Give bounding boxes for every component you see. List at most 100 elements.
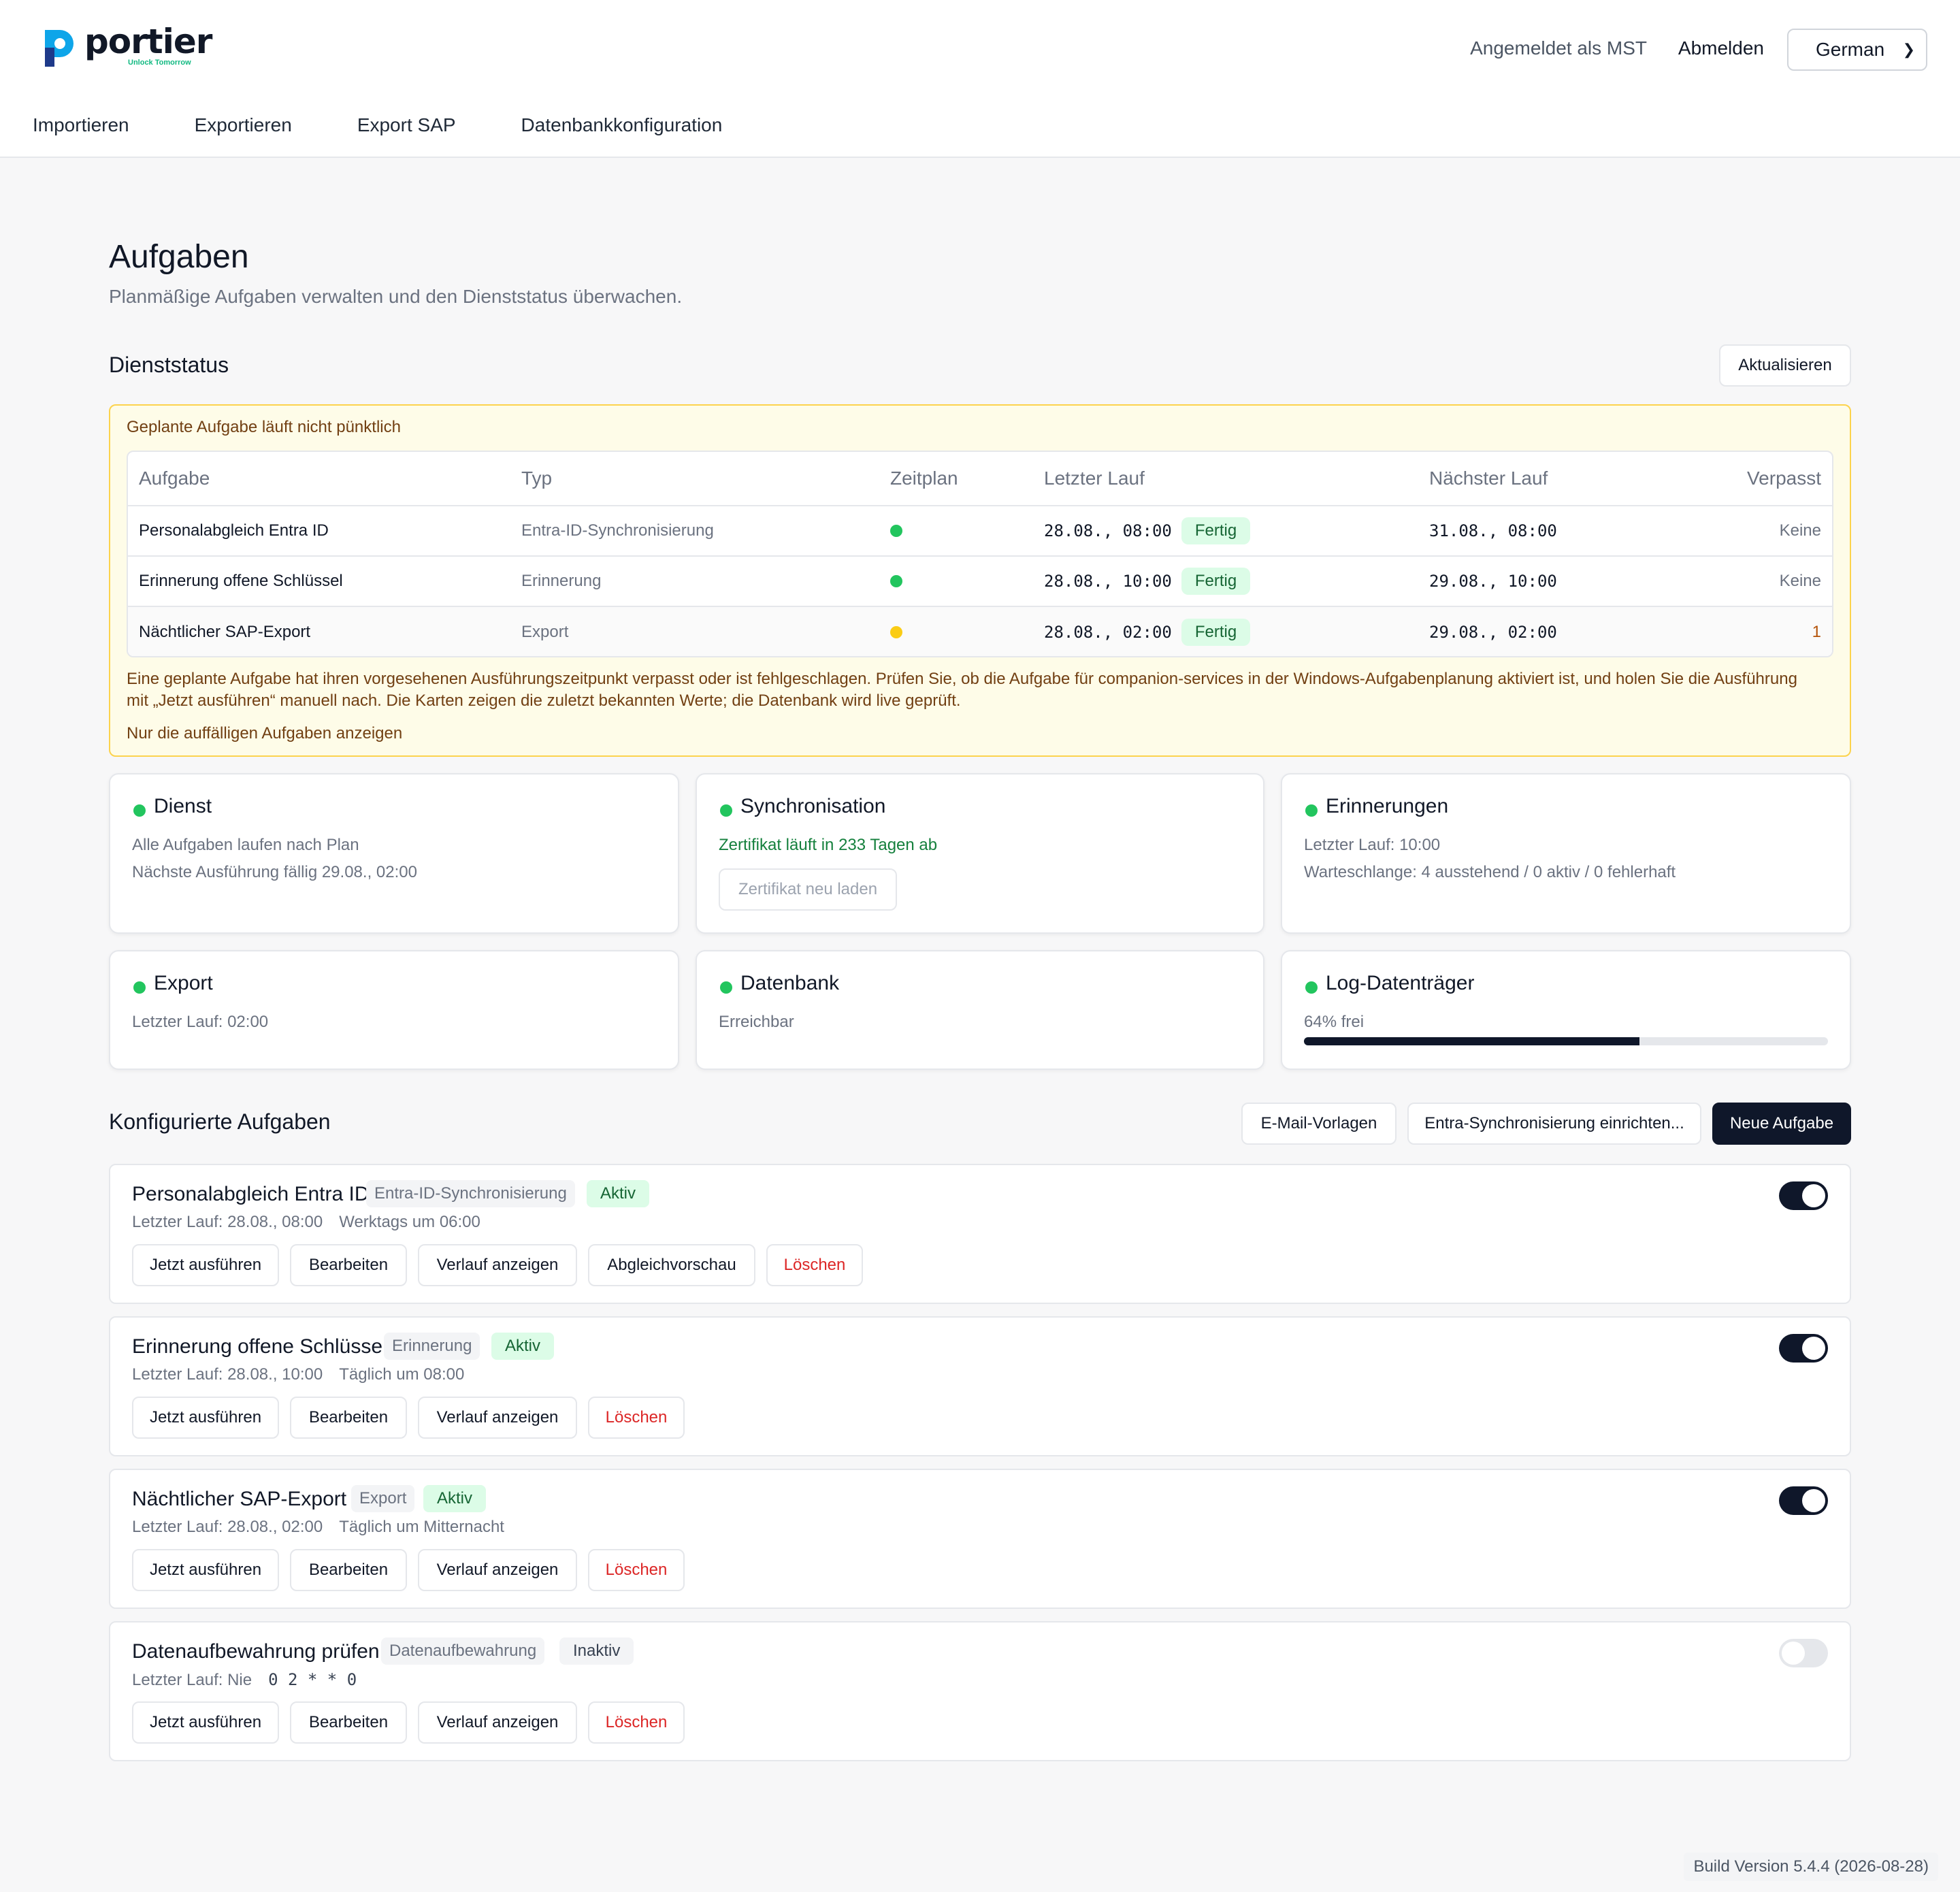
task-last-run: Letzter Lauf: 28.08., 08:00: [132, 1213, 323, 1231]
row-next-run: 29.08., 02:00: [1429, 623, 1557, 642]
schedule-status-dot: [890, 557, 902, 606]
card-line: Letzter Lauf: 10:00: [1304, 836, 1441, 854]
task-last-run: Letzter Lauf: 28.08., 10:00: [132, 1365, 323, 1384]
delete-button[interactable]: Löschen: [588, 1549, 685, 1591]
status-dot-icon: [890, 525, 902, 537]
run-now-button[interactable]: Jetzt ausführen: [132, 1549, 279, 1591]
task-card: Erinnerung offene Schlüssel Erinnerung A…: [109, 1316, 1851, 1456]
task-name: Personalabgleich Entra ID: [132, 1183, 370, 1205]
logout-link[interactable]: Abmelden: [1678, 37, 1764, 59]
status-badge: Fertig: [1181, 619, 1251, 646]
sync-preview-button[interactable]: Abgleichvorschau: [588, 1244, 755, 1286]
login-info: Angemeldet als MST: [1470, 37, 1647, 59]
card-export: Export Letzter Lauf: 02:00: [109, 950, 679, 1070]
show-history-button[interactable]: Verlauf anzeigen: [418, 1701, 577, 1744]
edit-button[interactable]: Bearbeiten: [290, 1701, 407, 1744]
task-enabled-toggle[interactable]: [1779, 1181, 1828, 1210]
row-last-run: 28.08., 02:00: [1044, 623, 1172, 642]
col-verpasst: Verpasst: [1747, 468, 1821, 489]
edit-button[interactable]: Bearbeiten: [290, 1549, 407, 1591]
table-row: Nächtlicher SAP-Export Export 28.08., 02…: [128, 607, 1832, 656]
task-enabled-toggle[interactable]: [1779, 1486, 1828, 1515]
logo-text: portier: [84, 22, 212, 61]
nav-datenbankkonfiguration[interactable]: Datenbankkonfiguration: [521, 114, 723, 136]
top-bar: portier Unlock Tomorrow Angemeldet als M…: [0, 0, 1960, 158]
card-line: 64% frei: [1304, 1013, 1365, 1031]
reload-certificate-button[interactable]: Zertifikat neu laden: [719, 868, 897, 911]
show-history-button[interactable]: Verlauf anzeigen: [418, 1244, 577, 1286]
warning-title: Geplante Aufgabe läuft nicht pünktlich: [127, 418, 401, 436]
configured-tasks-title: Konfigurierte Aufgaben: [109, 1109, 331, 1134]
email-templates-button[interactable]: E-Mail-Vorlagen: [1241, 1103, 1396, 1145]
schedule-status-dot: [890, 607, 902, 656]
task-meta: Letzter Lauf: 28.08., 10:00 Täglich um 08…: [132, 1365, 464, 1384]
chevron-down-icon: ❯: [1902, 41, 1915, 58]
status-badge: Aktiv: [491, 1333, 555, 1360]
row-type: Erinnerung: [521, 572, 602, 590]
show-history-button[interactable]: Verlauf anzeigen: [418, 1397, 577, 1439]
table-row: Erinnerung offene Schlüssel Erinnerung 2…: [128, 557, 1832, 607]
task-schedule: Täglich um 08:00: [339, 1365, 465, 1384]
edit-button[interactable]: Bearbeiten: [290, 1397, 407, 1439]
run-now-button[interactable]: Jetzt ausführen: [132, 1244, 279, 1286]
table-row: Personalabgleich Entra ID Entra-ID-Synch…: [128, 506, 1832, 557]
status-dot-icon: [133, 981, 146, 994]
task-last-run: Letzter Lauf: 28.08., 02:00: [132, 1518, 323, 1536]
table-header: Aufgabe Typ Zeitplan Letzter Lauf Nächst…: [128, 452, 1832, 506]
warning-description: Eine geplante Aufgabe hat ihren vorgeseh…: [127, 668, 1835, 712]
task-type-badge: Datenaufbewahrung: [381, 1637, 545, 1665]
status-badge: Aktiv: [587, 1180, 650, 1207]
delete-button[interactable]: Löschen: [588, 1397, 685, 1439]
run-now-button[interactable]: Jetzt ausführen: [132, 1397, 279, 1439]
task-enabled-toggle[interactable]: [1779, 1334, 1828, 1363]
task-type-badge: Erinnerung: [384, 1333, 480, 1360]
disk-usage-bar: [1304, 1037, 1828, 1045]
nav-export-sap[interactable]: Export SAP: [357, 114, 456, 136]
row-task: Erinnerung offene Schlüssel: [139, 572, 343, 590]
warning-text-line2: mit „Jetzt ausführen“ manuell nach. Die …: [127, 691, 961, 710]
card-title: Synchronisation: [740, 795, 886, 817]
run-now-button[interactable]: Jetzt ausführen: [132, 1701, 279, 1744]
card-dienst: Dienst Alle Aufgaben laufen nach Plan Nä…: [109, 773, 679, 934]
new-task-button[interactable]: Neue Aufgabe: [1712, 1103, 1851, 1145]
filter-anomalies-link[interactable]: Nur die auffälligen Aufgaben anzeigen: [127, 724, 402, 743]
row-last-run: 28.08., 10:00: [1044, 572, 1172, 591]
main-nav: Importieren Exportieren Export SAP Daten…: [33, 114, 787, 136]
row-last-run: 28.08., 08:00: [1044, 521, 1172, 540]
task-name: Nächtlicher SAP-Export: [132, 1488, 347, 1510]
card-title: Dienst: [154, 795, 212, 817]
task-schedule: Täglich um Mitternacht: [339, 1518, 504, 1536]
toggle-knob: [1802, 1184, 1825, 1207]
delete-button[interactable]: Löschen: [766, 1244, 863, 1286]
delete-button[interactable]: Löschen: [588, 1701, 685, 1744]
setup-entra-sync-button[interactable]: Entra-Synchronisierung einrichten...: [1407, 1103, 1701, 1145]
status-dot-icon: [890, 626, 902, 638]
edit-button[interactable]: Bearbeiten: [290, 1244, 407, 1286]
row-next-run: 31.08., 08:00: [1429, 521, 1557, 540]
show-history-button[interactable]: Verlauf anzeigen: [418, 1549, 577, 1591]
task-type-badge: Export: [351, 1485, 415, 1512]
status-dot-icon: [720, 804, 732, 817]
portier-logo-icon: [45, 30, 74, 67]
row-missed: Keine: [1779, 572, 1821, 590]
refresh-button[interactable]: Aktualisieren: [1719, 344, 1851, 387]
row-type: Export: [521, 623, 569, 641]
card-title: Log-Datenträger: [1326, 972, 1475, 994]
row-last-run-cell: 28.08., 08:00 Fertig: [1044, 506, 1251, 555]
language-select[interactable]: German ❯: [1787, 29, 1927, 71]
card-title: Export: [154, 972, 213, 994]
toggle-knob: [1782, 1642, 1805, 1665]
col-typ: Typ: [521, 468, 553, 489]
status-badge: Aktiv: [423, 1485, 487, 1512]
status-dot-icon: [1305, 981, 1318, 994]
portier-logo[interactable]: portier Unlock Tomorrow: [42, 22, 219, 72]
card-line: Alle Aufgaben laufen nach Plan: [132, 836, 359, 854]
task-enabled-toggle[interactable]: [1779, 1639, 1828, 1667]
page-title: Aufgaben: [109, 239, 249, 275]
task-name: Erinnerung offene Schlüssel: [132, 1335, 387, 1358]
row-last-run-cell: 28.08., 02:00 Fertig: [1044, 607, 1251, 656]
nav-exportieren[interactable]: Exportieren: [195, 114, 292, 136]
toggle-knob: [1802, 1489, 1825, 1512]
task-card: Nächtlicher SAP-Export Export Aktiv Letz…: [109, 1469, 1851, 1609]
nav-importieren[interactable]: Importieren: [33, 114, 129, 136]
